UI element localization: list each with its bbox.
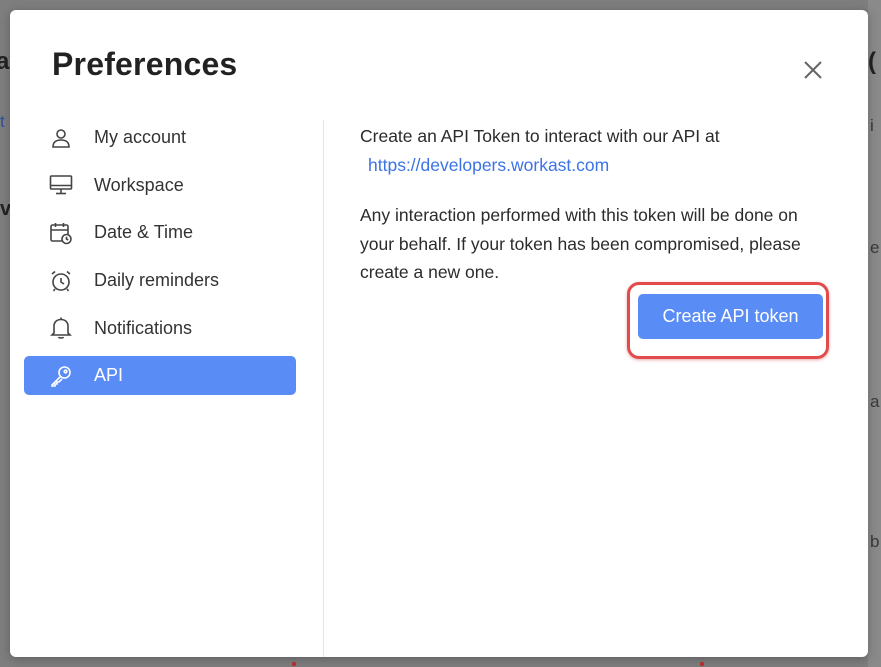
api-intro: Create an API Token to interact with our…	[360, 126, 720, 146]
calendar-clock-icon	[49, 221, 73, 245]
sidebar-item-label: Notifications	[94, 317, 193, 338]
sidebar-item-date-time[interactable]: Date & Time	[24, 213, 296, 252]
backdrop-fragment: i	[870, 116, 874, 135]
modal-title: Preferences	[52, 46, 238, 82]
api-warning-text: Any interaction performed with this toke…	[360, 205, 801, 282]
sidebar-item-notifications[interactable]: Notifications	[24, 309, 296, 348]
sidebar-item-label: Daily reminders	[94, 270, 220, 291]
bell-icon	[49, 316, 73, 340]
sidebar-divider	[323, 120, 324, 657]
developers-link[interactable]: https://developers.workast.com	[368, 151, 609, 180]
sidebar-item-workspace[interactable]: Workspace	[24, 166, 296, 205]
backdrop-panel	[868, 0, 881, 667]
user-icon	[49, 126, 73, 150]
backdrop-fragment: b	[870, 532, 880, 551]
backdrop-fragment	[700, 662, 704, 666]
key-icon	[49, 364, 73, 388]
close-button[interactable]	[799, 56, 827, 84]
preferences-sidebar: My account Workspace Date & Time Daily r…	[24, 118, 296, 404]
sidebar-item-label: Date & Time	[94, 222, 194, 243]
sidebar-item-label: API	[94, 365, 124, 386]
backdrop-fragment: t	[0, 112, 5, 131]
close-icon	[804, 61, 822, 79]
api-panel: Create an API Token to interact with our…	[360, 122, 830, 287]
backdrop-fragment: (	[868, 48, 876, 75]
backdrop-fragment: a	[870, 392, 880, 411]
backdrop-fragment: e	[870, 238, 880, 257]
sidebar-item-daily-reminders[interactable]: Daily reminders	[24, 261, 296, 300]
sidebar-item-my-account[interactable]: My account	[24, 118, 296, 157]
api-intro-text: Create an API Token to interact with our…	[360, 122, 830, 179]
alarm-clock-icon	[49, 269, 73, 293]
sidebar-item-label: My account	[94, 127, 187, 147]
monitor-icon	[49, 173, 73, 197]
backdrop-fragment	[292, 662, 296, 666]
sidebar-item-label: Workspace	[94, 174, 184, 195]
sidebar-item-api[interactable]: API	[24, 356, 296, 396]
create-api-token-button[interactable]: Create API token	[638, 294, 823, 339]
